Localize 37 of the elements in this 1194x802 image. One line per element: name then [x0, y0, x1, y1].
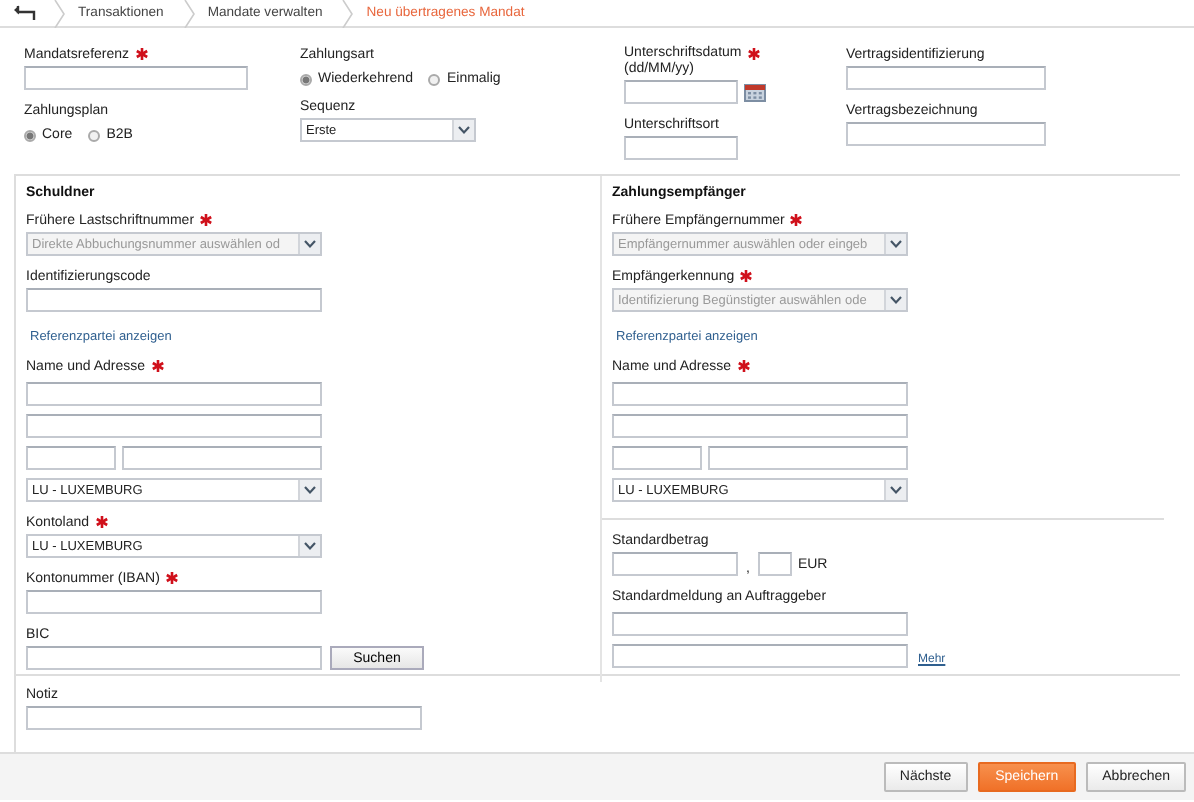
radio-button[interactable]: [88, 129, 101, 141]
caret-icon: [304, 486, 316, 494]
chevron-icon: [183, 0, 196, 27]
radio-button[interactable]: [300, 73, 312, 85]
chevron-icon: [54, 0, 66, 27]
text-field[interactable]: [26, 446, 116, 470]
date-field[interactable]: [624, 80, 738, 104]
text-field[interactable]: [26, 706, 422, 730]
caret-icon: [458, 126, 470, 134]
back-arrow-icon[interactable]: [14, 4, 38, 22]
radio-button[interactable]: [24, 129, 36, 141]
caret-icon: [304, 240, 316, 248]
caret-icon: [890, 486, 902, 494]
chevron-icon: [342, 0, 355, 27]
text-field[interactable]: [612, 414, 908, 438]
text-field[interactable]: [24, 66, 248, 90]
text-field[interactable]: [122, 446, 322, 470]
text-field[interactable]: [757, 552, 792, 576]
caret-icon: [890, 296, 902, 304]
calendar-icon[interactable]: [744, 82, 766, 102]
text-field[interactable]: [624, 136, 738, 160]
text-field[interactable]: [846, 122, 1046, 146]
caret-icon: [304, 542, 316, 550]
radio-button[interactable]: [428, 73, 441, 85]
text-field[interactable]: [612, 446, 702, 470]
text-field[interactable]: [612, 612, 908, 636]
text-field[interactable]: [26, 382, 322, 406]
text-field[interactable]: [708, 446, 908, 470]
text-field[interactable]: [26, 590, 322, 614]
text-field[interactable]: [612, 552, 738, 576]
text-field[interactable]: [612, 382, 908, 406]
text-field[interactable]: [612, 644, 908, 668]
text-field[interactable]: [26, 414, 322, 438]
text-field[interactable]: [846, 66, 1046, 90]
caret-icon: [890, 240, 902, 248]
text-field[interactable]: [26, 288, 322, 312]
text-field[interactable]: [26, 646, 322, 670]
